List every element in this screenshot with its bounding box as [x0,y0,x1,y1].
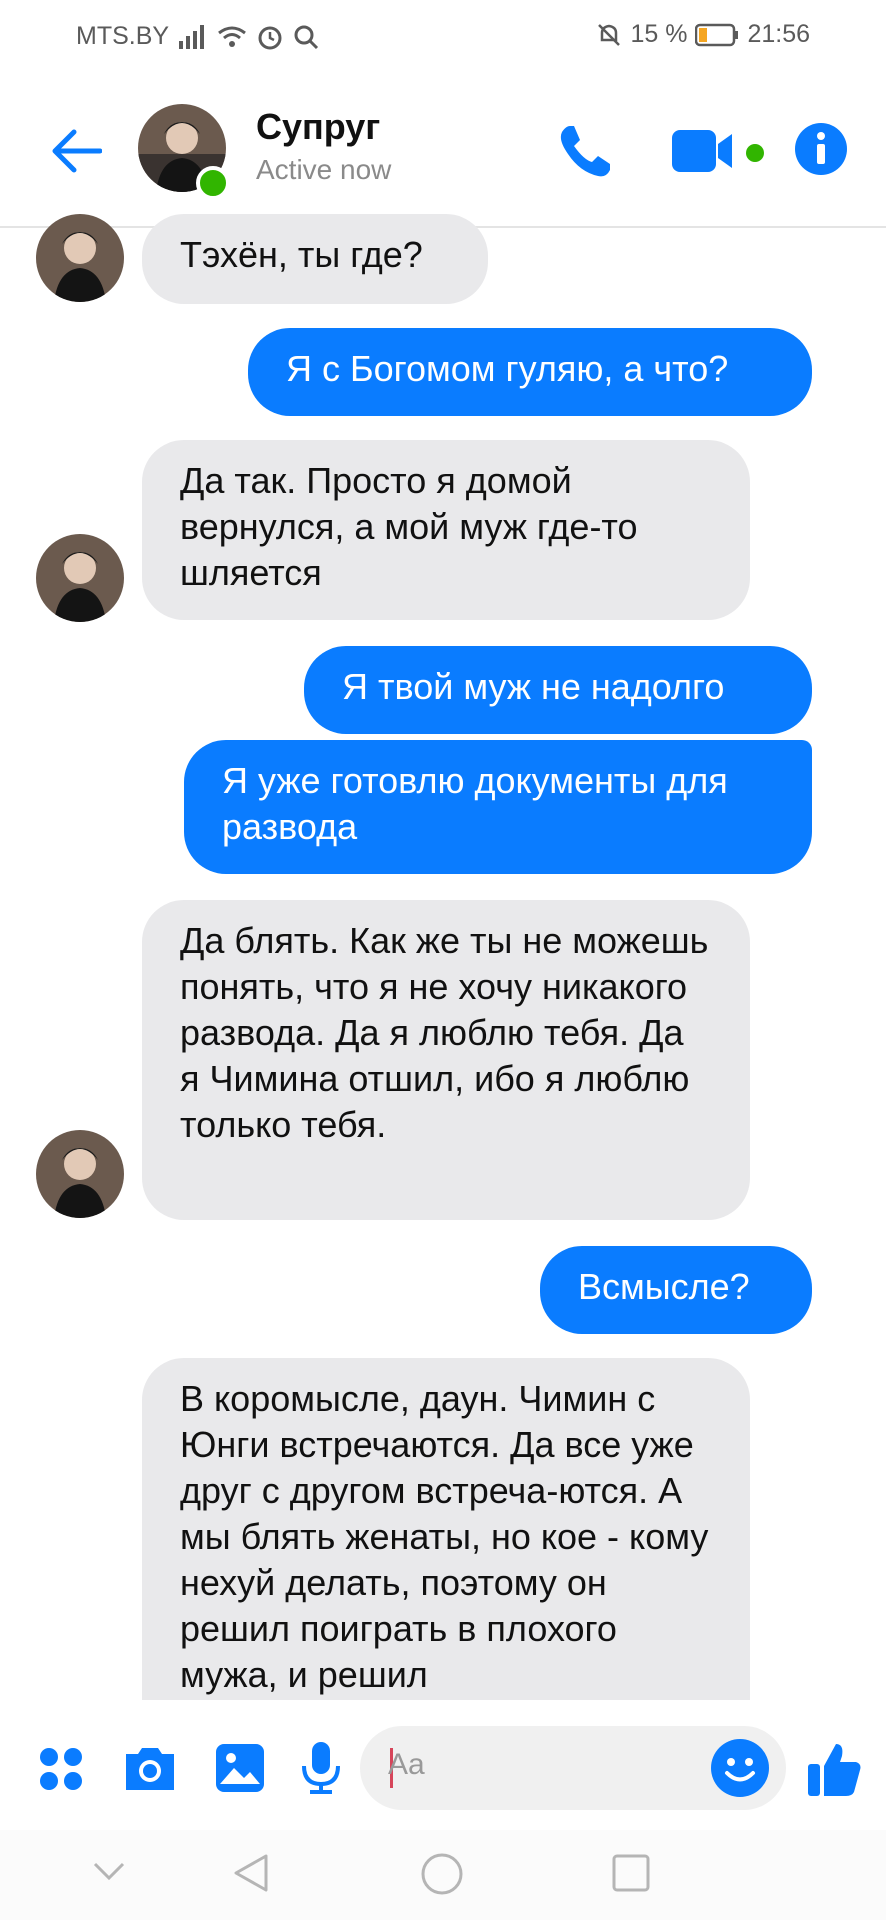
battery-percent: 15 % [630,20,688,48]
message-bubble-outgoing[interactable]: Я твой муж не надолго [304,646,812,734]
like-icon[interactable] [806,1740,864,1798]
carrier-label: MTS.BY [76,22,170,50]
status-left: MTS.BY [76,22,319,51]
status-bar: MTS.BY 15 % 21:56 [0,0,886,70]
message-bubble-outgoing[interactable]: Всмысле? [540,1246,812,1334]
message-bubble-incoming[interactable]: В коромысле, даун. Чимин с Юнги встречаю… [142,1358,750,1718]
sender-avatar [36,214,124,302]
contact-name: Супруг [256,106,381,147]
status-right: 15 % 21:56 [596,20,810,49]
nav-home-icon[interactable] [420,1852,464,1896]
signal-icon [179,24,205,49]
video-active-dot [746,144,764,162]
message-bubble-outgoing[interactable]: Я с Богомом гуляю, а что? [248,328,812,416]
alarm-icon [258,26,282,49]
wifi-icon [218,26,246,47]
message-bubble-incoming[interactable]: Да так. Просто я домой вернулся, а мой м… [142,440,750,620]
clock: 21:56 [747,20,810,48]
back-arrow-icon[interactable] [50,128,102,174]
nav-collapse-icon[interactable] [92,1860,126,1882]
search-status-icon [294,25,319,49]
nav-back-icon[interactable] [232,1852,270,1894]
mic-icon[interactable] [300,1740,342,1796]
message-input-placeholder: Aa [388,1748,425,1781]
message-bubble-incoming[interactable]: Тэхён, ты где? [142,214,488,304]
message-bubble-incoming[interactable]: Да блять. Как же ты не можешь понять, чт… [142,900,750,1220]
online-indicator [196,166,230,200]
nav-recents-icon[interactable] [612,1854,650,1892]
composer-bar: Aa [0,1700,886,1830]
apps-icon[interactable] [38,1746,84,1792]
phone-icon[interactable] [556,122,614,180]
camera-icon[interactable] [122,1744,178,1792]
emoji-icon[interactable] [710,1738,770,1798]
message-bubble-outgoing[interactable]: Я уже готовлю документы для развода [184,740,812,874]
video-icon[interactable] [670,126,740,176]
system-nav-bar [0,1830,886,1920]
gallery-icon[interactable] [214,1742,266,1794]
message-input[interactable]: Aa [360,1726,786,1810]
mute-bell-icon [598,23,621,46]
info-icon[interactable] [794,122,848,176]
chat-header: Супруг Active now [0,90,886,228]
sender-avatar [36,1130,124,1218]
contact-status: Active now [256,154,392,185]
battery-icon [695,23,739,46]
sender-avatar [36,534,124,622]
